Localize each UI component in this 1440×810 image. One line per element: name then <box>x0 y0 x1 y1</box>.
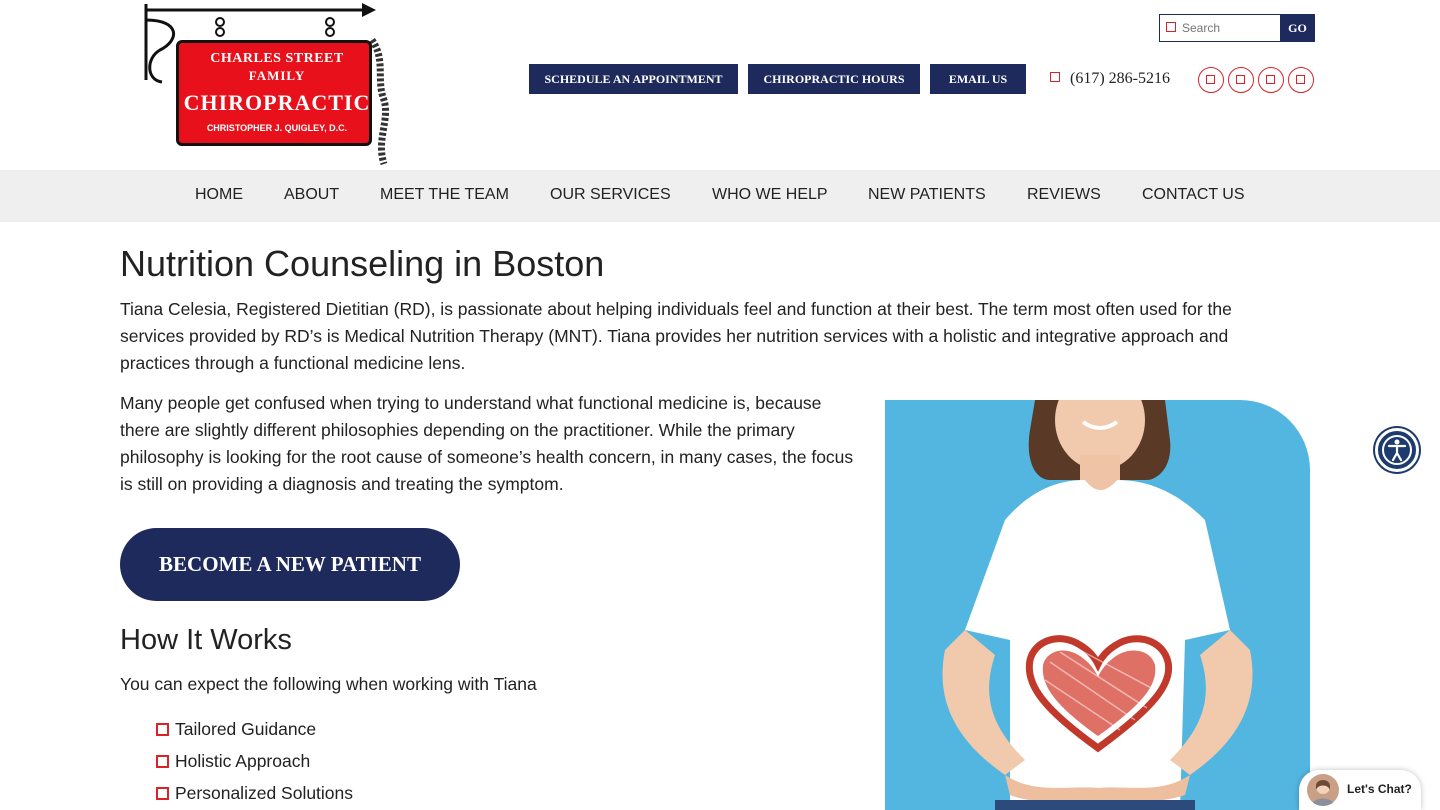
list-item: Tailored Guidance <box>156 719 316 740</box>
logo-line-3: CHIROPRACTIC <box>183 90 371 115</box>
chiropractic-hours-button[interactable]: CHIROPRACTIC HOURS <box>748 64 920 94</box>
become-new-patient-button[interactable]: BECOME A NEW PATIENT <box>120 528 460 601</box>
intro-paragraph: Tiana Celesia, Registered Dietitian (RD)… <box>120 299 1232 373</box>
nav-item-who-we-help[interactable]: WHO WE HELP <box>712 186 828 204</box>
nav-item-contact-us[interactable]: CONTACT US <box>1142 186 1245 204</box>
twitter-icon[interactable] <box>1258 67 1284 93</box>
site-logo[interactable]: CHARLES STREET FAMILY CHIROPRACTIC CHRIS… <box>140 0 390 168</box>
facebook-icon[interactable] <box>1198 67 1224 93</box>
search-form: GO <box>1159 14 1315 42</box>
main-nav: HOME ABOUT MEET THE TEAM OUR SERVICES WH… <box>0 170 1440 222</box>
search-go-button[interactable]: GO <box>1280 14 1315 42</box>
email-us-button[interactable]: EMAIL US <box>930 64 1026 94</box>
chat-label: Let's Chat? <box>1347 782 1412 796</box>
checkbox-bullet-icon <box>156 723 169 736</box>
checkbox-bullet-icon <box>156 787 169 800</box>
photo-illustration <box>942 400 1253 810</box>
logo-line-2: FAMILY <box>248 68 306 83</box>
phone-number: (617) 286-5216 <box>1070 70 1170 87</box>
nav-item-our-services[interactable]: OUR SERVICES <box>550 186 671 204</box>
schedule-appointment-button[interactable]: SCHEDULE AN APPOINTMENT <box>529 64 738 94</box>
list-item-label: Holistic Approach <box>175 751 311 771</box>
accessibility-button[interactable] <box>1375 428 1419 472</box>
youtube-icon[interactable] <box>1288 67 1314 93</box>
page-title: Nutrition Counseling in Boston <box>120 243 605 284</box>
nav-item-home[interactable]: HOME <box>195 186 243 204</box>
checkbox-bullet-icon <box>156 755 169 768</box>
search-icon <box>1166 22 1176 32</box>
woman-heart-photo <box>885 400 1310 810</box>
chat-agent-avatar <box>1307 774 1339 806</box>
nav-item-meet-the-team[interactable]: MEET THE TEAM <box>380 186 509 204</box>
list-item-label: Tailored Guidance <box>175 719 317 739</box>
logo-sign: CHARLES STREET FAMILY CHIROPRACTIC CHRIS… <box>176 40 372 146</box>
how-it-works-heading: How It Works <box>120 624 292 656</box>
nav-item-reviews[interactable]: REVIEWS <box>1027 186 1101 204</box>
phone-link[interactable]: (617) 286-5216 <box>1050 68 1170 90</box>
chat-widget-button[interactable]: Let's Chat? <box>1299 770 1421 810</box>
site-header: CHARLES STREET FAMILY CHIROPRACTIC CHRIS… <box>0 0 1440 170</box>
nav-item-new-patients[interactable]: NEW PATIENTS <box>868 186 986 204</box>
list-item-label: Personalized Solutions <box>175 783 354 803</box>
list-item: Holistic Approach <box>156 751 310 772</box>
logo-line-4: CHRISTOPHER J. QUIGLEY, D.C. <box>206 123 348 133</box>
logo-line-1: CHARLES STREET <box>210 51 344 66</box>
list-item: Personalized Solutions <box>156 783 353 804</box>
nav-item-about[interactable]: ABOUT <box>284 186 339 204</box>
how-it-works-intro: You can expect the following when workin… <box>120 674 537 694</box>
accessibility-icon <box>1382 435 1412 465</box>
instagram-icon[interactable] <box>1228 67 1254 93</box>
functional-medicine-paragraph: Many people get confused when trying to … <box>120 393 854 494</box>
search-input[interactable] <box>1182 18 1278 38</box>
phone-icon <box>1050 72 1060 82</box>
